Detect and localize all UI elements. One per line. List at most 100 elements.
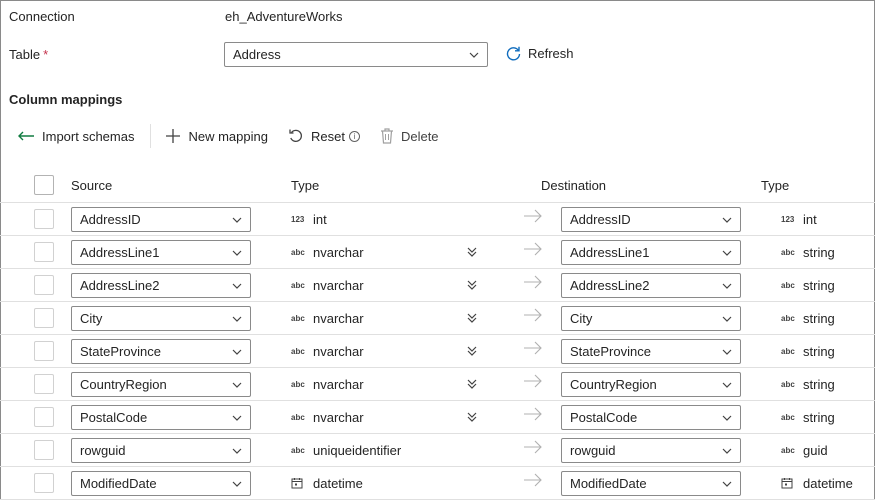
source-column-select[interactable]: AddressLine1: [71, 240, 251, 265]
source-type: abc uniqueidentifier: [291, 443, 401, 458]
select-all-checkbox[interactable]: [34, 175, 54, 195]
row-checkbox[interactable]: [34, 341, 54, 361]
source-type: datetime: [291, 476, 363, 491]
required-mark: *: [43, 47, 49, 62]
chevron-down-icon: [232, 415, 242, 421]
source-type-label: nvarchar: [313, 410, 364, 425]
type-calendar-icon: [781, 477, 803, 491]
destination-column-select[interactable]: AddressLine2: [561, 273, 741, 298]
destination-column-value: CountryRegion: [570, 377, 657, 392]
type-text-icon: abc: [781, 314, 795, 323]
calendar-icon: [291, 477, 303, 488]
source-type: abc nvarchar: [291, 410, 364, 425]
arrow-right-icon: [524, 440, 542, 454]
source-type: abc nvarchar: [291, 377, 364, 392]
table-select-value: Address: [233, 47, 281, 62]
destination-type: abc string: [781, 410, 835, 425]
calendar-icon: [781, 477, 793, 488]
chevron-down-icon: [722, 415, 732, 421]
table-row: rowguid abc uniqueidentifier rowguid abc guid: [0, 434, 875, 467]
source-type-label: nvarchar: [313, 278, 364, 293]
chevron-down-icon: [232, 283, 242, 289]
arrow-right-icon: [524, 407, 542, 421]
arrow-right-icon: [524, 374, 542, 388]
row-checkbox[interactable]: [34, 308, 54, 328]
double-chevron-down-icon[interactable]: [466, 246, 478, 258]
table-row: StateProvince abc nvarchar StateProvince abc…: [0, 335, 875, 368]
row-checkbox[interactable]: [34, 440, 54, 460]
destination-column-select[interactable]: rowguid: [561, 438, 741, 463]
reset-button[interactable]: Reset i: [288, 128, 360, 144]
refresh-button[interactable]: Refresh: [505, 45, 574, 62]
destination-column-select[interactable]: ModifiedDate: [561, 471, 741, 496]
chevron-down-icon: [232, 448, 242, 454]
info-icon[interactable]: i: [348, 130, 360, 142]
source-column-select[interactable]: AddressID: [71, 207, 251, 232]
connection-label: Connection: [9, 9, 75, 24]
double-chevron-down-icon[interactable]: [466, 345, 478, 357]
type-text-icon: abc: [781, 347, 795, 356]
source-column-select[interactable]: CountryRegion: [71, 372, 251, 397]
source-column-select[interactable]: AddressLine2: [71, 273, 251, 298]
header-destination-type: Type: [761, 178, 790, 193]
chevron-down-icon: [232, 349, 242, 355]
chevron-down-icon: [232, 217, 242, 223]
table-select[interactable]: Address: [224, 42, 488, 67]
type-text-icon: abc: [291, 446, 305, 455]
destination-column-select[interactable]: AddressID: [561, 207, 741, 232]
destination-column-select[interactable]: PostalCode: [561, 405, 741, 430]
import-schemas-button[interactable]: Import schemas: [17, 129, 134, 144]
destination-column-select[interactable]: CountryRegion: [561, 372, 741, 397]
source-column-select[interactable]: City: [71, 306, 251, 331]
import-schemas-label: Import schemas: [42, 128, 135, 144]
source-column-value: AddressLine1: [80, 245, 160, 260]
row-checkbox[interactable]: [34, 374, 54, 394]
undo-icon: [289, 129, 302, 142]
destination-column-select[interactable]: City: [561, 306, 741, 331]
type-text-icon: abc: [781, 281, 795, 290]
chevron-down-icon: [232, 481, 242, 487]
type-text-icon: abc: [291, 413, 305, 422]
destination-type: abc string: [781, 377, 835, 392]
source-column-value: AddressLine2: [80, 278, 160, 293]
double-chevron-down-icon[interactable]: [466, 312, 478, 324]
arrow-right-icon: [524, 308, 542, 322]
arrow-right-icon: [524, 473, 542, 487]
row-checkbox[interactable]: [34, 473, 54, 493]
source-column-select[interactable]: PostalCode: [71, 405, 251, 430]
destination-column-select[interactable]: AddressLine1: [561, 240, 741, 265]
refresh-icon: [506, 46, 521, 61]
source-column-value: StateProvince: [80, 344, 161, 359]
double-chevron-down-icon[interactable]: [466, 279, 478, 291]
source-column-select[interactable]: StateProvince: [71, 339, 251, 364]
chevron-down-icon: [722, 316, 732, 322]
double-chevron-down-icon[interactable]: [466, 411, 478, 423]
row-checkbox[interactable]: [34, 209, 54, 229]
type-number-icon: 123: [291, 215, 305, 224]
delete-button[interactable]: Delete: [380, 128, 439, 144]
row-checkbox[interactable]: [34, 275, 54, 295]
chevron-down-icon: [722, 382, 732, 388]
type-text-icon: abc: [291, 347, 305, 356]
destination-column-value: AddressLine1: [570, 245, 650, 260]
row-checkbox[interactable]: [34, 407, 54, 427]
destination-type-label: string: [803, 311, 835, 326]
row-checkbox[interactable]: [34, 242, 54, 262]
double-chevron-down-icon[interactable]: [466, 378, 478, 390]
source-column-select[interactable]: rowguid: [71, 438, 251, 463]
source-column-value: CountryRegion: [80, 377, 167, 392]
type-text-icon: abc: [291, 248, 305, 257]
destination-column-select[interactable]: StateProvince: [561, 339, 741, 364]
table-row: AddressID 123 int AddressID 123 int: [0, 203, 875, 236]
chevron-down-icon: [722, 481, 732, 487]
destination-type: abc string: [781, 311, 835, 326]
connection-value: eh_AdventureWorks: [225, 9, 343, 24]
source-column-select[interactable]: ModifiedDate: [71, 471, 251, 496]
mapping-toolbar: Import schemas New mapping Reset i Delet…: [17, 124, 459, 148]
new-mapping-button[interactable]: New mapping: [165, 128, 268, 144]
arrow-right-icon: [524, 275, 542, 289]
source-column-value: AddressID: [80, 212, 141, 227]
destination-column-value: StateProvince: [570, 344, 651, 359]
header-source: Source: [71, 178, 113, 193]
chevron-down-icon: [722, 448, 732, 454]
